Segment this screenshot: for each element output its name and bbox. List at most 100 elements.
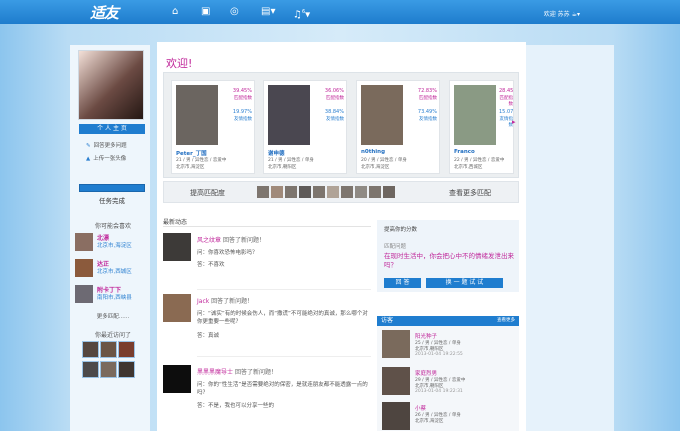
welcome-heading: 欢迎! (166, 57, 193, 70)
visitor-time: 2013-01-04 19:22:31 (415, 389, 463, 394)
match-card[interactable]: 72.83% 匹配指数 73.49% 友情指数 n0thing 20 / 男 /… (356, 80, 440, 174)
see-more-matches-link[interactable]: 查看更多匹配 (449, 188, 491, 198)
visitor-name[interactable]: 家庭烈男 (415, 369, 437, 377)
avatar[interactable] (341, 186, 353, 198)
match-card[interactable]: 36.06% 匹配指数 38.84% 友情指数 谢申德 21 / 男 / 异性恋… (263, 80, 347, 174)
avatar[interactable] (75, 259, 93, 277)
puzzle-icon[interactable]: ▣ (201, 6, 210, 18)
avatar[interactable] (382, 367, 410, 395)
friend-label: 友情指数 (234, 117, 252, 122)
task-progress-bar (79, 184, 145, 192)
match-location: 北京市,西城区 (454, 165, 483, 170)
visitor-name[interactable]: 小蔡 (415, 404, 426, 412)
avatar[interactable] (271, 186, 283, 198)
divider (163, 226, 371, 227)
match-photo[interactable] (361, 85, 403, 145)
match-name[interactable]: n0thing (361, 149, 385, 155)
visitors-header: 访客 查看更多 (377, 316, 519, 326)
visitor-item[interactable]: 阳光种子 25 / 男 / 异性恋 / 单身 北京市,朝阳区 2013-01-0… (382, 330, 517, 360)
avatar[interactable] (163, 365, 191, 393)
match-photo[interactable] (268, 85, 310, 145)
feed-action: 回答了新问题！ (211, 298, 254, 305)
profile-photo[interactable] (78, 50, 144, 120)
avatar[interactable] (382, 402, 410, 430)
match-info: 22 / 男 / 异性恋 / 恋爱中 (454, 158, 505, 163)
avatar[interactable] (75, 285, 93, 303)
upload-avatar-label: 上传一张头像 (93, 156, 127, 162)
match-name[interactable]: 谢申德 (268, 149, 285, 157)
avatar[interactable] (382, 330, 410, 358)
feed-user[interactable]: Jack (197, 298, 209, 305)
user-greeting[interactable]: 欢迎 苏苏 ☕▾ (544, 9, 580, 18)
avatar[interactable] (355, 186, 367, 198)
may-like-item[interactable]: 达正 北京市,西城区 (75, 259, 150, 281)
home-icon[interactable]: ⌂ (172, 6, 178, 18)
match-name[interactable]: Peter_丁国 (176, 149, 207, 157)
site-logo[interactable]: 适友 (90, 2, 119, 23)
feed-question: 问：“诚实”有的时候会伤人，而“撒谎”不可能绝对的真诚，那么哪个对你更重要一些呢… (197, 311, 368, 325)
avatar[interactable] (118, 341, 135, 358)
divider (197, 289, 371, 290)
match-name[interactable]: Franco (454, 149, 475, 155)
may-like-item[interactable]: 北漂 北京市,海淀区 (75, 233, 150, 255)
contact-card-icon[interactable]: ▤▾ (261, 6, 275, 18)
avatar[interactable] (299, 186, 311, 198)
avatar[interactable] (369, 186, 381, 198)
visitor-location: 北京市,海淀区 (415, 419, 444, 424)
next-arrow-icon[interactable]: ▸ (512, 118, 516, 126)
feed-user[interactable]: 风之纹章 (197, 237, 221, 244)
mug-icon: ☕▾ (571, 11, 580, 18)
avatar[interactable] (100, 341, 117, 358)
answer-more-link[interactable]: ✎ 回答更多问题 (86, 141, 127, 149)
visitors-more-link[interactable]: 查看更多 (497, 316, 515, 326)
avatar[interactable] (285, 186, 297, 198)
may-like-item[interactable]: 附卡丁下 南阳市,西峡县 (75, 285, 150, 307)
personal-home-button[interactable]: 个 人 主 页 (79, 124, 145, 134)
match-percent: 28.45% (499, 88, 514, 94)
visitor-name[interactable]: 阳光种子 (415, 332, 437, 340)
answer-button[interactable]: 回 答 (384, 278, 421, 288)
avatar[interactable] (82, 361, 99, 378)
match-card[interactable]: 28.45% 匹配指数 15.07% 友情指数 Franco 22 / 男 / … (449, 80, 514, 174)
visitor-item[interactable]: 小蔡 26 / 男 / 异性恋 / 单身 北京市,海淀区 (382, 402, 517, 431)
feed-header: 风之纹章 回答了新问题！ (197, 235, 265, 244)
divider (197, 356, 371, 357)
avatar[interactable] (257, 186, 269, 198)
avatar[interactable] (118, 361, 135, 378)
match-photo[interactable] (454, 85, 496, 145)
friend-percent: 73.49% (417, 109, 437, 115)
chat-icon[interactable]: ◎ (230, 6, 239, 18)
match-card[interactable]: 39.45% 匹配指数 19.97% 友情指数 Peter_丁国 21 / 男 … (171, 80, 255, 174)
match-thumbs (257, 186, 397, 198)
match-percent: 39.45% (232, 88, 252, 94)
upload-icon: ▲ (86, 156, 91, 162)
avatar[interactable] (163, 294, 191, 322)
feed-user[interactable]: 黑黑黑魔导士 (197, 369, 233, 376)
avatar[interactable] (82, 341, 99, 358)
match-info: 21 / 男 / 异性恋 / 单身 (268, 158, 314, 163)
friend-label: 友情指数 (326, 117, 344, 122)
raise-match-link[interactable]: 提高匹配度 (190, 188, 225, 198)
avatar[interactable] (100, 361, 117, 378)
task-label: 任务完成 (99, 197, 125, 205)
avatar[interactable] (163, 233, 191, 261)
bell-icon[interactable]: ♫6▾ (293, 6, 310, 21)
match-photo[interactable] (176, 85, 218, 145)
friend-label: 友情指数 (419, 117, 437, 122)
match-label: 匹配指数 (499, 96, 514, 107)
more-matches-link[interactable]: 更多匹配...... (76, 312, 150, 320)
feed-header: Jack 回答了新问题！ (197, 296, 253, 305)
switch-question-button[interactable]: 换 一 题 试 试 (426, 278, 503, 288)
avatar[interactable] (75, 233, 93, 251)
upload-avatar-link[interactable]: ▲ 上传一张头像 (86, 154, 126, 162)
avatar[interactable] (383, 186, 395, 198)
match-info: 20 / 男 / 异性恋 / 单身 (361, 158, 407, 163)
right-gutter (526, 45, 614, 431)
visitor-item[interactable]: 家庭烈男 29 / 男 / 异性恋 / 恋爱中 北京市,朝阳区 2013-01-… (382, 367, 517, 397)
news-title: 最新动态 (163, 219, 188, 226)
avatar[interactable] (313, 186, 325, 198)
feed-item: Jack 回答了新问题！ 问：“诚实”有的时候会伤人，而“撒谎”不可能绝对的真诚… (163, 294, 371, 360)
may-like-location: 北京市,西城区 (97, 269, 132, 275)
panel-subtitle: 匹配问题 (384, 244, 407, 250)
avatar[interactable] (327, 186, 339, 198)
